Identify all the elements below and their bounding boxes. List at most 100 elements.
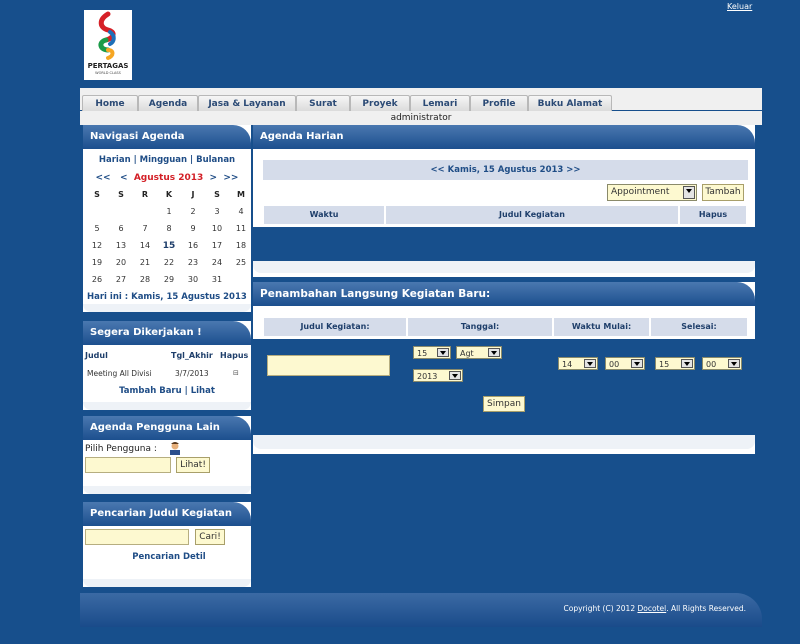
lihat-button[interactable]: Lihat!: [176, 457, 210, 473]
cari-button[interactable]: Cari!: [195, 529, 225, 545]
calendar-day[interactable]: 27: [111, 275, 131, 284]
chevron-down-icon: [681, 359, 693, 368]
pengguna-panel: Agenda Pengguna Lain Pilih Pengguna : Li…: [83, 416, 251, 494]
col-judul-kegiatan: Judul Kegiatan: [385, 205, 679, 225]
copyright-text: Copyright (C) 2012 Docotel. All Rights R…: [563, 604, 747, 613]
calendar-day[interactable]: 5: [87, 224, 107, 233]
penambahan-panel: Penambahan Langsung Kegiatan Baru: Judul…: [253, 282, 755, 454]
calendar-month-nav: << < Agustus 2013 > >>: [83, 173, 251, 183]
next-year-link[interactable]: >>: [223, 173, 238, 183]
weekday-label: S: [214, 190, 220, 199]
type-select[interactable]: Appointment: [607, 184, 697, 201]
col-judul-kegiatan: Judul Kegiatan:: [263, 317, 407, 337]
weekday-label: K: [165, 190, 173, 199]
calendar-day[interactable]: 26: [87, 275, 107, 284]
calendar-month-label: Agustus 2013: [133, 173, 204, 183]
menu-jasa-layanan[interactable]: Jasa & Layanan: [198, 95, 296, 112]
calendar-day[interactable]: 25: [231, 258, 251, 267]
col-judul: Judul: [85, 351, 108, 360]
delete-icon[interactable]: ⊟: [233, 369, 239, 377]
flame-icon: [98, 11, 116, 60]
calendar-day[interactable]: 14: [135, 241, 155, 250]
calendar-day[interactable]: 6: [111, 224, 131, 233]
calendar-day[interactable]: 9: [183, 224, 203, 233]
end-hour-select[interactable]: 15: [655, 357, 695, 370]
logo-subtext: WORLD CLASS: [95, 71, 121, 75]
start-hour-select[interactable]: 14: [558, 357, 598, 370]
calendar-day[interactable]: 31: [207, 275, 227, 284]
nav-agenda-title: Navigasi Agenda: [83, 125, 251, 149]
next-month-link[interactable]: >: [210, 173, 218, 183]
menu-surat[interactable]: Surat: [296, 95, 350, 112]
calendar-day[interactable]: 1: [159, 207, 179, 216]
view-links[interactable]: Harian | Mingguan | Bulanan: [83, 155, 251, 165]
chevron-down-icon: [631, 359, 643, 368]
tambah-button[interactable]: Tambah: [702, 184, 744, 201]
calendar-day[interactable]: 11: [231, 224, 251, 233]
logo-text: PERTAGAS: [87, 62, 129, 70]
search-input[interactable]: [85, 529, 189, 545]
calendar-day[interactable]: 10: [207, 224, 227, 233]
day-select[interactable]: 15: [413, 346, 451, 359]
start-minute-select[interactable]: 00: [605, 357, 645, 370]
simpan-button[interactable]: Simpan: [483, 396, 525, 412]
col-selesai: Selesai:: [650, 317, 748, 337]
panel-footer: [83, 579, 251, 587]
panel-footer: [83, 402, 251, 410]
calendar-day[interactable]: 18: [231, 241, 251, 250]
user-picker-icon[interactable]: [168, 441, 182, 455]
pencarian-detil-link[interactable]: Pencarian Detil: [83, 552, 255, 562]
calendar-day[interactable]: 17: [207, 241, 227, 250]
task-date: 3/7/2013: [175, 369, 209, 378]
logout-link[interactable]: Keluar: [727, 2, 752, 11]
calendar-day[interactable]: 30: [183, 275, 203, 284]
agenda-list: [253, 227, 755, 261]
calendar-day[interactable]: 8: [159, 224, 179, 233]
calendar-day[interactable]: 12: [87, 241, 107, 250]
company-link[interactable]: Docotel: [637, 604, 666, 613]
calendar-day[interactable]: 16: [183, 241, 203, 250]
panel-footer: [83, 304, 251, 312]
col-tgl-akhir: Tgl_Akhir: [171, 351, 213, 360]
calendar-day[interactable]: 21: [135, 258, 155, 267]
end-minute-select[interactable]: 00: [702, 357, 742, 370]
task-title[interactable]: Meeting All Divisi: [87, 369, 152, 378]
nav-agenda-panel: Navigasi Agenda Harian | Mingguan | Bula…: [83, 125, 251, 312]
date-nav[interactable]: << Kamis, 15 Agustus 2013 >>: [263, 160, 748, 180]
calendar-day[interactable]: 15: [159, 241, 179, 251]
calendar-day[interactable]: 19: [87, 258, 107, 267]
calendar-day[interactable]: 13: [111, 241, 131, 250]
today-label[interactable]: Hari ini : Kamis, 15 Agustus 2013: [87, 292, 251, 302]
form-area: [253, 339, 755, 435]
calendar-day[interactable]: 23: [183, 258, 203, 267]
chevron-down-icon: [584, 359, 596, 368]
agenda-harian-panel: Agenda Harian << Kamis, 15 Agustus 2013 …: [253, 125, 755, 277]
calendar-day[interactable]: 2: [183, 207, 203, 216]
menu-proyek[interactable]: Proyek: [350, 95, 410, 112]
judul-kegiatan-input[interactable]: [267, 355, 390, 376]
calendar-day[interactable]: 4: [231, 207, 251, 216]
year-select[interactable]: 2013: [413, 369, 463, 382]
prev-month-link[interactable]: <: [120, 173, 128, 183]
agenda-harian-title: Agenda Harian: [253, 125, 755, 149]
user-input[interactable]: [85, 457, 171, 473]
prev-year-link[interactable]: <<: [96, 173, 111, 183]
calendar-day[interactable]: 3: [207, 207, 227, 216]
menu-profile[interactable]: Profile: [470, 95, 528, 112]
pencarian-panel: Pencarian Judul Kegiatan Cari! Pencarian…: [83, 502, 251, 587]
calendar-day[interactable]: 7: [135, 224, 155, 233]
menu-home[interactable]: Home: [82, 95, 138, 112]
calendar-day[interactable]: 24: [207, 258, 227, 267]
calendar-day[interactable]: 29: [159, 275, 179, 284]
calendar-day[interactable]: 20: [111, 258, 131, 267]
menu-agenda[interactable]: Agenda: [138, 95, 198, 112]
menu-buku-alamat[interactable]: Buku Alamat: [528, 95, 612, 112]
col-hapus: Hapus: [220, 351, 249, 360]
calendar-day[interactable]: 28: [135, 275, 155, 284]
menu-lemari[interactable]: Lemari: [410, 95, 470, 112]
task-links[interactable]: Tambah Baru | Lihat: [83, 386, 251, 396]
weekday-label: J: [191, 190, 195, 199]
col-tanggal: Tanggal:: [407, 317, 553, 337]
calendar-day[interactable]: 22: [159, 258, 179, 267]
month-select[interactable]: Agt: [456, 346, 502, 359]
